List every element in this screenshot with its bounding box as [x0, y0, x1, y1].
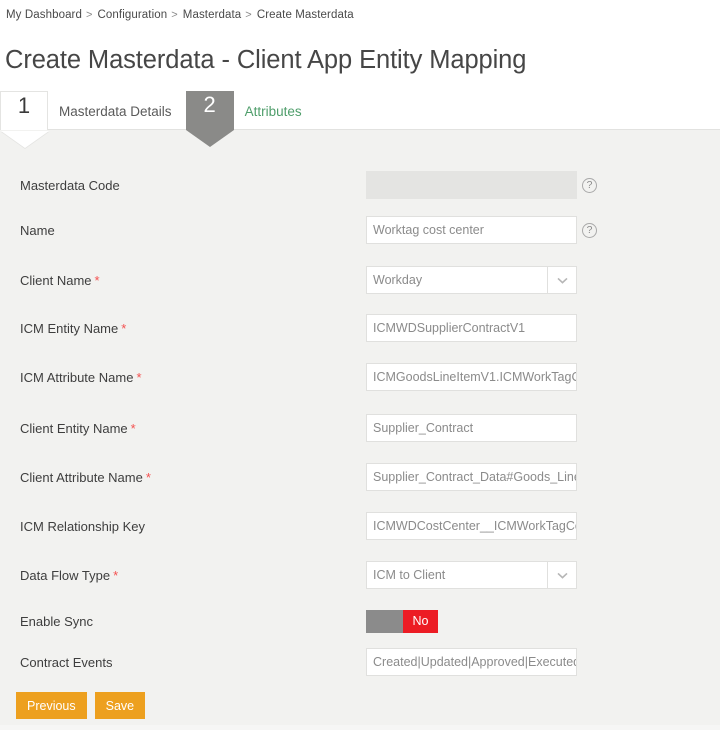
page-title: Create Masterdata - Client App Entity Ma… — [5, 46, 526, 75]
required-asterisk: * — [136, 370, 141, 385]
field-row: ICM Attribute Name* ICMGoodsLineItemV1.IC… — [0, 353, 720, 401]
field-control: ICMGoodsLineItemV1.ICMWorkTagC — [366, 363, 577, 391]
breadcrumb-separator: > — [245, 9, 252, 21]
chevron-down-icon[interactable] — [547, 562, 576, 588]
field-label: ICM Attribute Name* — [20, 370, 142, 385]
dropdown-selected-value: Workday — [367, 267, 547, 293]
text-input[interactable]: ICMWDCostCenter__ICMWorkTagCo — [366, 512, 577, 540]
field-label: Client Name* — [20, 273, 100, 288]
wizard-step-label[interactable]: Attributes — [245, 103, 302, 119]
bottom-band — [0, 725, 720, 730]
enable-sync-toggle[interactable]: No — [366, 610, 438, 633]
breadcrumb-separator: > — [86, 9, 93, 21]
wizard-step-number: 2 — [186, 91, 234, 130]
field-control: Workday — [366, 266, 577, 294]
field-label-text: Enable Sync — [20, 614, 93, 629]
field-label-text: ICM Attribute Name — [20, 370, 133, 385]
field-label-text: Name — [20, 223, 55, 238]
page-header: My Dashboard>Configuration>Masterdata>Cr… — [0, 0, 720, 130]
field-row: Masterdata Code? — [0, 161, 720, 209]
field-control: Worktag cost center — [366, 216, 577, 244]
field-label: Enable Sync — [20, 614, 93, 629]
field-label: Name — [20, 223, 55, 238]
save-button[interactable]: Save — [95, 692, 146, 719]
field-label-text: ICM Relationship Key — [20, 519, 145, 534]
field-row: Name Worktag cost center? — [0, 206, 720, 254]
field-label: Client Entity Name* — [20, 421, 136, 436]
field-control — [366, 171, 577, 199]
field-control: ICMWDSupplierContractV1 — [366, 314, 577, 342]
field-row: Client Attribute Name* Supplier_Contract_… — [0, 453, 720, 501]
field-control: ICMWDCostCenter__ICMWorkTagCo — [366, 512, 577, 540]
breadcrumb: My Dashboard>Configuration>Masterdata>Cr… — [6, 9, 354, 21]
required-asterisk: * — [131, 421, 136, 436]
help-icon[interactable]: ? — [582, 223, 597, 238]
wizard-step-number: 1 — [0, 91, 48, 130]
readonly-input — [366, 171, 577, 199]
field-row: Data Flow Type* ICM to Client — [0, 551, 720, 599]
dropdown-selected-value: ICM to Client — [367, 562, 547, 588]
wizard-step-1[interactable]: 1 Masterdata Details — [0, 91, 186, 130]
field-label: Data Flow Type* — [20, 568, 118, 583]
text-input[interactable]: ICMGoodsLineItemV1.ICMWorkTagC — [366, 363, 577, 391]
wizard-steps: 1 Masterdata Details 2 Attributes — [0, 91, 316, 130]
field-label-text: Masterdata Code — [20, 178, 120, 193]
text-input[interactable]: Supplier_Contract — [366, 414, 577, 442]
field-row: Client Name* Workday — [0, 256, 720, 304]
field-label-text: ICM Entity Name — [20, 321, 118, 336]
text-input[interactable]: ICMWDSupplierContractV1 — [366, 314, 577, 342]
required-asterisk: * — [146, 470, 151, 485]
wizard-step-label[interactable]: Masterdata Details — [59, 103, 172, 119]
text-input[interactable]: Supplier_Contract_Data#Goods_Line — [366, 463, 577, 491]
text-input[interactable]: Created|Updated|Approved|Executed — [366, 648, 577, 676]
field-row: ICM Entity Name* ICMWDSupplierContractV1 — [0, 304, 720, 352]
field-control: Created|Updated|Approved|Executed — [366, 648, 577, 676]
field-row: ICM Relationship Key ICMWDCostCenter__ICM… — [0, 502, 720, 550]
dropdown[interactable]: Workday — [366, 266, 577, 294]
required-asterisk: * — [95, 273, 100, 288]
field-label: Contract Events — [20, 655, 113, 670]
field-label: ICM Relationship Key — [20, 519, 145, 534]
wizard-step-2[interactable]: 2 Attributes — [186, 91, 316, 130]
field-label-text: Contract Events — [20, 655, 113, 670]
field-control: Supplier_Contract — [366, 414, 577, 442]
field-label-text: Data Flow Type — [20, 568, 110, 583]
field-row: Contract Events Created|Updated|Approved|… — [0, 638, 720, 686]
field-label: Masterdata Code — [20, 178, 120, 193]
field-control: No — [366, 610, 438, 633]
breadcrumb-item[interactable]: Masterdata — [183, 9, 242, 21]
help-icon[interactable]: ? — [582, 178, 597, 193]
field-label-text: Client Name — [20, 273, 92, 288]
field-control: Supplier_Contract_Data#Goods_Line — [366, 463, 577, 491]
dropdown[interactable]: ICM to Client — [366, 561, 577, 589]
previous-button[interactable]: Previous — [16, 692, 87, 719]
breadcrumb-separator: > — [171, 9, 178, 21]
breadcrumb-item: Create Masterdata — [257, 9, 354, 21]
field-label-text: Client Attribute Name — [20, 470, 143, 485]
field-label: ICM Entity Name* — [20, 321, 126, 336]
breadcrumb-item[interactable]: My Dashboard — [6, 9, 82, 21]
field-row: Client Entity Name* Supplier_Contract — [0, 404, 720, 452]
toggle-knob[interactable] — [366, 610, 403, 633]
required-asterisk: * — [121, 321, 126, 336]
form-actions: Previous Save — [16, 692, 145, 719]
breadcrumb-item[interactable]: Configuration — [98, 9, 168, 21]
toggle-state-label: No — [403, 610, 438, 633]
field-label: Client Attribute Name* — [20, 470, 151, 485]
field-control: ICM to Client — [366, 561, 577, 589]
chevron-down-icon[interactable] — [547, 267, 576, 293]
text-input[interactable]: Worktag cost center — [366, 216, 577, 244]
required-asterisk: * — [113, 568, 118, 583]
field-label-text: Client Entity Name — [20, 421, 128, 436]
